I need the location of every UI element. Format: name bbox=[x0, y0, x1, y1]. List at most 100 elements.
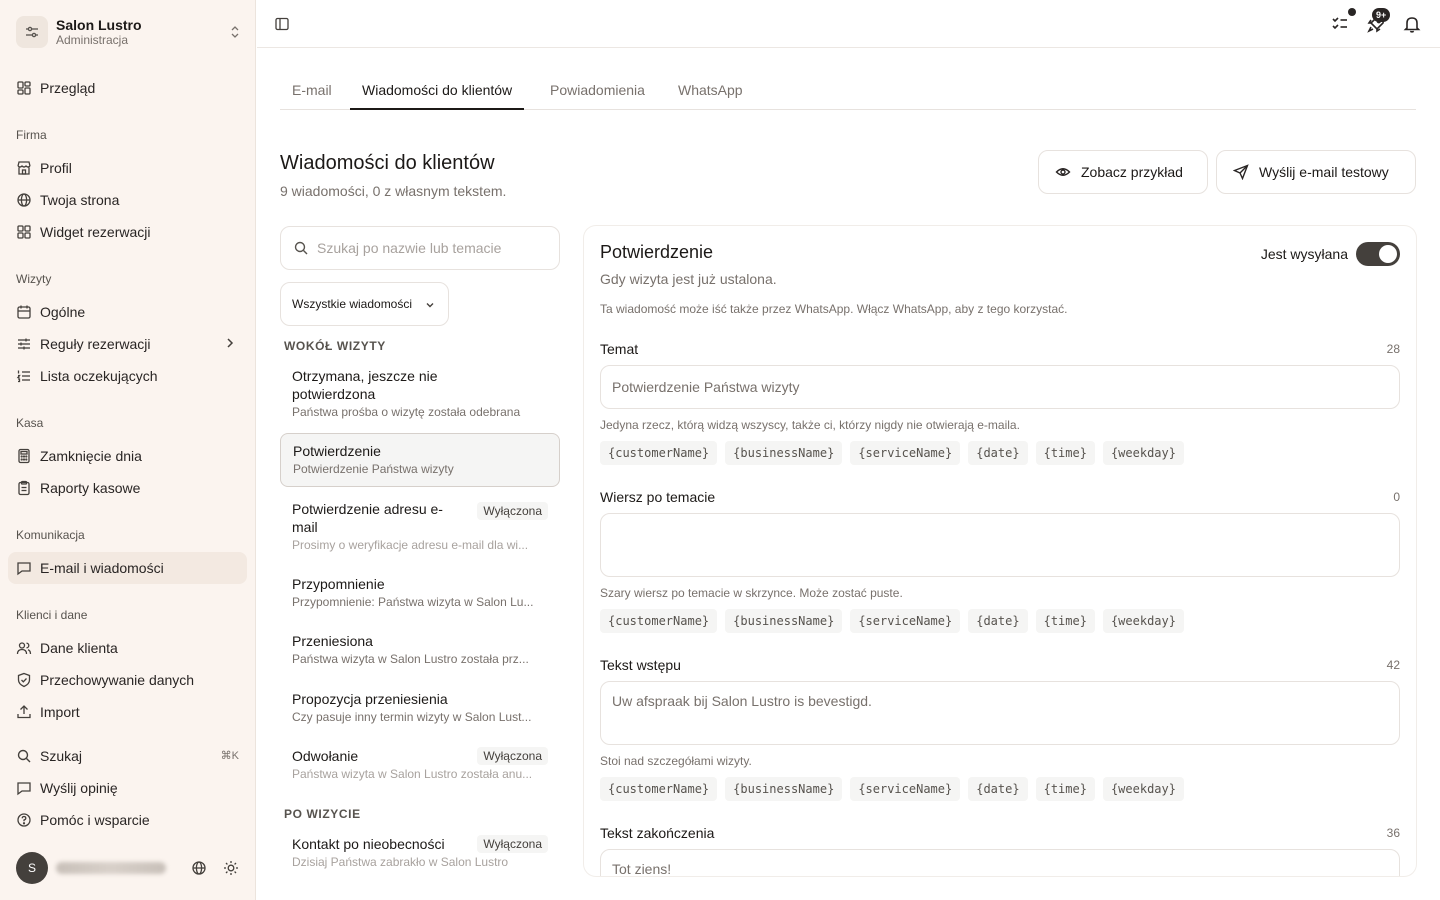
calendar-icon bbox=[16, 304, 32, 320]
sidebar-item-search[interactable]: Szukaj ⌘K bbox=[8, 740, 247, 772]
variable-chip[interactable]: {date} bbox=[968, 609, 1028, 633]
keyboard-shortcut: ⌘K bbox=[220, 750, 239, 762]
variable-chip[interactable]: {businessName} bbox=[725, 609, 843, 633]
nav-section-visits: Wizyty bbox=[16, 272, 52, 286]
clipboard-icon bbox=[16, 480, 32, 496]
variable-chip[interactable]: {serviceName} bbox=[850, 777, 961, 801]
variable-chip[interactable]: {weekday} bbox=[1102, 777, 1184, 801]
chevrons-up-down-icon bbox=[228, 25, 242, 39]
search-input[interactable] bbox=[317, 240, 537, 256]
top-bar: 9+ bbox=[257, 0, 1440, 48]
sidebar-item-data-retention[interactable]: Przechowywanie danych bbox=[8, 664, 247, 696]
variable-chip[interactable]: {weekday} bbox=[1102, 441, 1184, 465]
user-name-blurred bbox=[56, 862, 166, 874]
sidebar-item-booking-rules[interactable]: Reguły rezerwacji bbox=[8, 328, 247, 360]
sidebar-item-label: Twoja strona bbox=[40, 192, 120, 208]
message-subject: Przypomnienie: Państwa wizyta w Salon Lu… bbox=[292, 595, 534, 609]
sidebar-item-import[interactable]: Import bbox=[8, 696, 247, 728]
intro-variables: {customerName} {businessName} {serviceNa… bbox=[600, 777, 1184, 801]
sidebar-item-feedback[interactable]: Wyślij opinię bbox=[8, 772, 247, 804]
sidebar-item-label: Profil bbox=[40, 160, 72, 176]
bell-icon[interactable] bbox=[1402, 14, 1422, 34]
send-test-email-button[interactable]: Wyślij e-mail testowy bbox=[1216, 150, 1416, 194]
message-title: Potwierdzenie bbox=[293, 443, 381, 459]
variable-chip[interactable]: {customerName} bbox=[600, 777, 718, 801]
workspace-role: Administracja bbox=[56, 32, 129, 47]
calculator-icon bbox=[16, 448, 32, 464]
workspace-switcher[interactable]: Salon Lustro Administracja bbox=[16, 16, 248, 48]
sidebar-item-day-close[interactable]: Zamknięcie dnia bbox=[8, 440, 247, 472]
subject-input[interactable] bbox=[600, 365, 1400, 409]
dashboard-icon bbox=[16, 80, 32, 96]
status-badge-disabled: Wyłączona bbox=[477, 747, 548, 765]
sidebar-item-label: Widget rezerwacji bbox=[40, 224, 151, 240]
sidebar-item-client-data[interactable]: Dane klienta bbox=[8, 632, 247, 664]
sidebar-item-general[interactable]: Ogólne bbox=[8, 296, 247, 328]
closing-char-count: 36 bbox=[1386, 826, 1400, 840]
variable-chip[interactable]: {time} bbox=[1035, 609, 1095, 633]
sidebar-toggle-icon[interactable] bbox=[274, 16, 290, 32]
variable-chip[interactable]: {businessName} bbox=[725, 441, 843, 465]
list-item[interactable]: Przypomnienie Przypomnienie: Państwa wiz… bbox=[280, 574, 560, 614]
variable-chip[interactable]: {customerName} bbox=[600, 609, 718, 633]
message-title: Odwołanie bbox=[292, 748, 359, 764]
variable-chip[interactable]: {customerName} bbox=[600, 441, 718, 465]
tab-email[interactable]: E-mail bbox=[280, 72, 344, 110]
preheader-textarea[interactable] bbox=[600, 513, 1400, 577]
globe-icon bbox=[16, 192, 32, 208]
sidebar-item-label: Import bbox=[40, 704, 80, 720]
tab-whatsapp[interactable]: WhatsApp bbox=[666, 72, 755, 110]
list-item-selected[interactable]: Potwierdzenie Potwierdzenie Państwa wizy… bbox=[280, 433, 560, 487]
chevron-down-icon bbox=[426, 303, 434, 308]
sidebar-item-cash-reports[interactable]: Raporty kasowe bbox=[8, 472, 247, 504]
variable-chip[interactable]: {time} bbox=[1035, 777, 1095, 801]
list-item[interactable]: Otrzymana, jeszcze nie potwierdzona Pańs… bbox=[280, 366, 560, 424]
message-search[interactable] bbox=[280, 226, 560, 270]
user-menu[interactable]: S bbox=[16, 852, 246, 884]
variable-chip[interactable]: {serviceName} bbox=[850, 609, 961, 633]
list-item[interactable]: Propozycja przeniesienia Czy pasuje inny… bbox=[280, 689, 560, 729]
preheader-label: Wiersz po temacie bbox=[600, 489, 716, 505]
help-circle-icon bbox=[16, 812, 32, 828]
closing-textarea[interactable] bbox=[600, 849, 1400, 876]
message-filter-select[interactable]: Wszystkie wiadomości bbox=[280, 282, 449, 326]
sidebar-item-email-messages[interactable]: E-mail i wiadomości bbox=[8, 552, 247, 584]
preview-example-button[interactable]: Zobacz przykład bbox=[1038, 150, 1208, 194]
sidebar-item-help[interactable]: Pomóc i wsparcie bbox=[8, 804, 247, 836]
preheader-help: Szary wiersz po temacie w skrzynce. Może… bbox=[600, 586, 903, 600]
sidebar-item-waitlist[interactable]: Lista oczekujących bbox=[8, 360, 247, 392]
list-item[interactable]: Potwierdzenie adresu e-mail Prosimy o we… bbox=[280, 499, 560, 557]
variable-chip[interactable]: {weekday} bbox=[1102, 609, 1184, 633]
intro-label: Tekst wstępu bbox=[600, 657, 681, 673]
enabled-toggle[interactable] bbox=[1356, 242, 1400, 266]
sidebar-item-overview[interactable]: Przegląd bbox=[8, 72, 247, 104]
list-item[interactable]: Przeniesiona Państwa wizyta w Salon Lust… bbox=[280, 631, 560, 671]
variable-chip[interactable]: {serviceName} bbox=[850, 441, 961, 465]
tab-client-messages[interactable]: Wiadomości do klientów bbox=[350, 72, 525, 110]
nav-section-cash: Kasa bbox=[16, 416, 44, 430]
sun-icon[interactable] bbox=[223, 860, 239, 876]
variable-chip[interactable]: {time} bbox=[1035, 441, 1095, 465]
sidebar-item-website[interactable]: Twoja strona bbox=[8, 184, 247, 216]
variable-chip[interactable]: {businessName} bbox=[725, 777, 843, 801]
sidebar-item-label: Reguły rezerwacji bbox=[40, 336, 151, 352]
variable-chip[interactable]: {date} bbox=[968, 777, 1028, 801]
sidebar-item-booking-widget[interactable]: Widget rezerwacji bbox=[8, 216, 247, 248]
search-icon bbox=[16, 748, 32, 764]
sidebar-item-label: Ogólne bbox=[40, 304, 86, 320]
sidebar-item-label: E-mail i wiadomości bbox=[40, 560, 164, 576]
sidebar-item-profile[interactable]: Profil bbox=[8, 152, 247, 184]
intro-textarea[interactable] bbox=[600, 681, 1400, 745]
toggle-knob bbox=[1379, 245, 1397, 263]
language-globe-icon[interactable] bbox=[191, 860, 207, 876]
upload-icon bbox=[16, 704, 32, 720]
list-item[interactable]: Odwołanie Państwa wizyta w Salon Lustro … bbox=[280, 746, 560, 786]
list-item[interactable]: Kontakt po nieobecności Dzisiaj Państwa … bbox=[280, 834, 560, 874]
message-square-icon bbox=[16, 560, 32, 576]
subject-variables: {customerName} {businessName} {serviceNa… bbox=[600, 441, 1184, 465]
variable-chip[interactable]: {date} bbox=[968, 441, 1028, 465]
message-subject: Państwa wizyta w Salon Lustro została pr… bbox=[292, 652, 529, 666]
avatar: S bbox=[16, 852, 48, 884]
tab-notifications[interactable]: Powiadomienia bbox=[538, 72, 657, 110]
tasks-checklist-icon[interactable] bbox=[1330, 14, 1350, 34]
